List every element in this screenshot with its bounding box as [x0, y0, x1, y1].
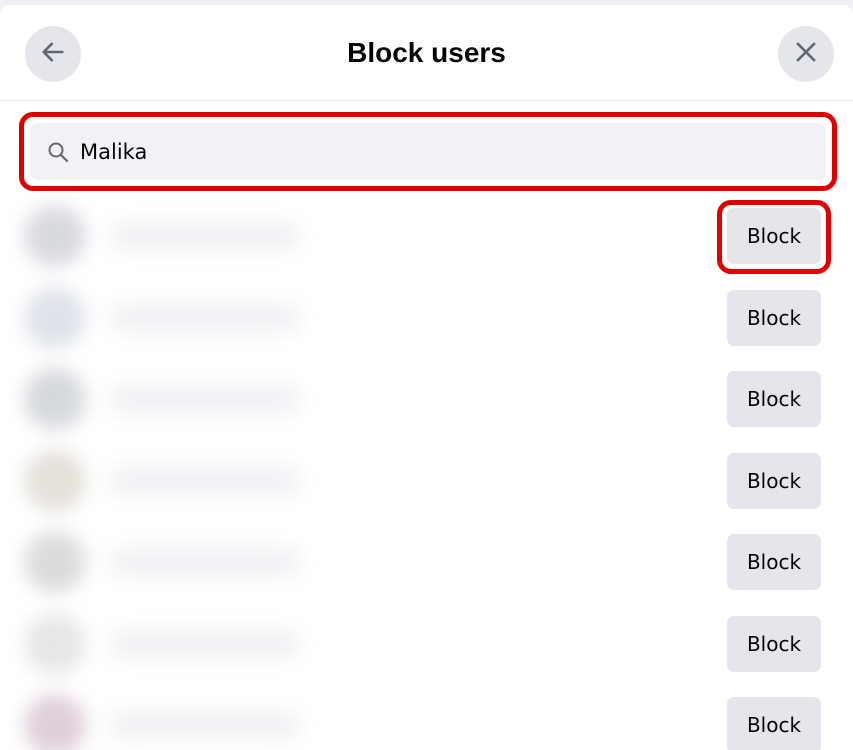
block-button[interactable]: Block	[727, 615, 821, 672]
avatar[interactable]	[24, 205, 86, 267]
dialog-title: Block users	[347, 37, 506, 68]
block-button[interactable]: Block	[727, 452, 821, 509]
block-button[interactable]: Block	[727, 371, 821, 427]
user-name-blurred[interactable]	[110, 467, 300, 494]
avatar[interactable]	[24, 694, 86, 750]
user-name-blurred[interactable]	[110, 304, 300, 331]
avatar[interactable]	[24, 286, 86, 349]
avatar[interactable]	[24, 612, 86, 675]
block-button[interactable]: Block	[727, 534, 821, 590]
dialog-header: Block users	[0, 5, 853, 101]
list-item: Block	[0, 523, 853, 604]
list-item: Block	[0, 197, 853, 278]
block-button[interactable]: Block	[727, 697, 821, 750]
avatar[interactable]	[24, 368, 86, 430]
avatar[interactable]	[24, 449, 86, 512]
block-button[interactable]: Block	[727, 289, 821, 346]
user-name-blurred[interactable]	[110, 712, 300, 738]
list-item: Block	[0, 279, 853, 360]
results-list: Block Block Block Block Block Block Block	[0, 197, 853, 750]
user-name-blurred[interactable]	[110, 223, 300, 249]
user-name-blurred[interactable]	[110, 630, 300, 657]
list-item: Block	[0, 442, 853, 523]
search-input[interactable]	[80, 139, 780, 164]
list-item: Block	[0, 686, 853, 750]
avatar[interactable]	[24, 531, 86, 593]
block-button[interactable]: Block	[727, 208, 821, 264]
search-highlight	[19, 112, 837, 191]
close-icon	[792, 38, 820, 71]
block-users-dialog: Block users BlockBlockBlockBlockBlockBlo…	[0, 5, 853, 750]
list-item: Block	[0, 360, 853, 441]
search-box[interactable]	[30, 123, 826, 180]
user-name-blurred[interactable]	[110, 549, 300, 575]
search-icon	[46, 139, 72, 165]
list-item: Block	[0, 605, 853, 686]
close-button[interactable]	[778, 26, 834, 82]
user-name-blurred[interactable]	[110, 386, 300, 412]
